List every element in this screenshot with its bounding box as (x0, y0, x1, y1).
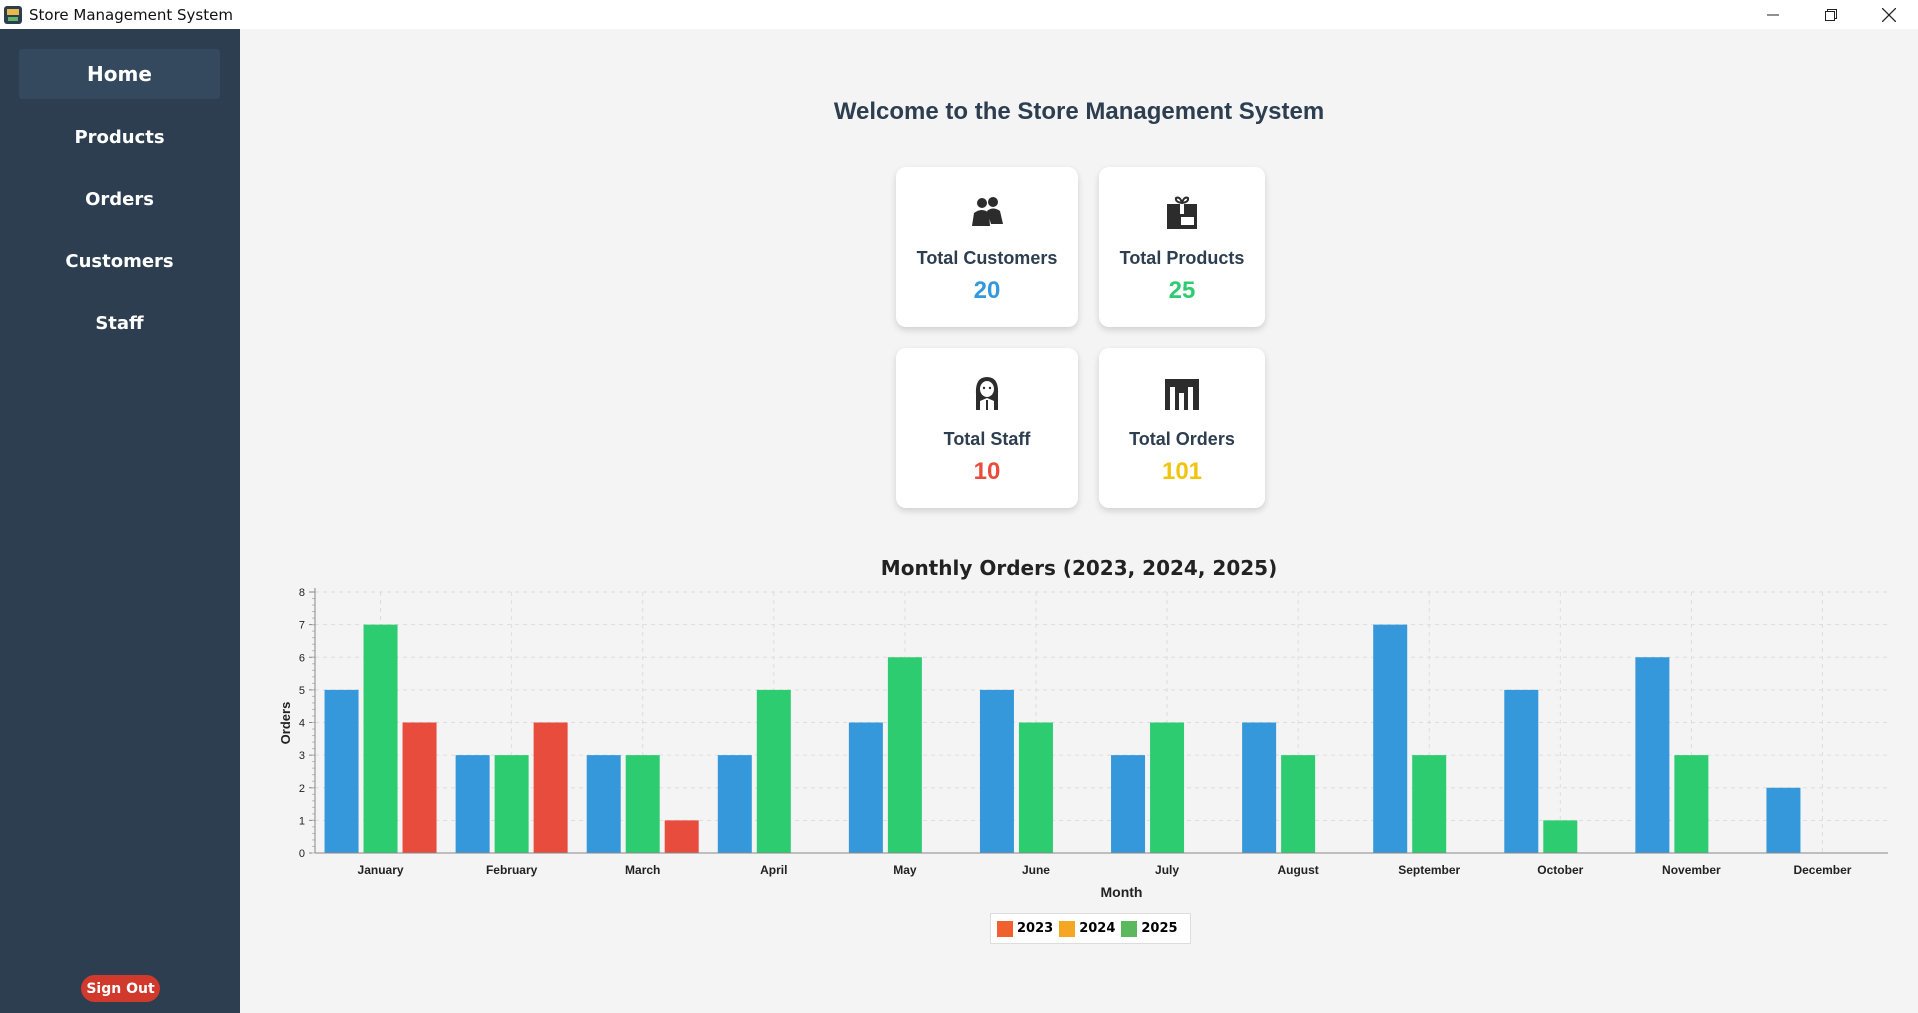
stat-card-customers: Total Customers 20 (896, 167, 1078, 327)
y-tick-label: 4 (299, 718, 305, 730)
bar-2023-may (848, 722, 883, 853)
bar-2024-august (1281, 755, 1316, 853)
stat-label: Total Customers (916, 248, 1058, 268)
bar-2023-december (1766, 787, 1801, 853)
sidebar-item-products[interactable]: Products (19, 112, 220, 162)
bar-2023-november (1635, 657, 1670, 853)
x-tick-label: October (1537, 863, 1583, 877)
bar-2024-june (1018, 722, 1053, 853)
x-tick-label: May (893, 863, 917, 877)
sidebar-item-home[interactable]: Home (19, 49, 220, 99)
bar-2023-july (1111, 755, 1146, 853)
products-icon (1167, 196, 1197, 229)
sidebar-item-staff[interactable]: Staff (19, 298, 220, 348)
bar-2024-may (887, 657, 922, 853)
close-button[interactable] (1860, 0, 1918, 29)
chart-legend: 2023 2024 2025 (990, 913, 1191, 944)
legend-label: 2024 (1079, 921, 1116, 936)
orders-icon (1165, 379, 1199, 410)
x-tick-label: April (760, 863, 787, 877)
legend-label: 2025 (1141, 921, 1178, 936)
bar-2025-february (533, 722, 568, 853)
legend-item: 2025 (1121, 920, 1178, 937)
y-tick-label: 6 (299, 652, 305, 664)
stat-label: Total Orders (1129, 429, 1235, 449)
bar-2024-april (756, 689, 791, 853)
sign-out-button[interactable]: Sign Out (81, 975, 160, 1002)
x-tick-label: December (1793, 863, 1851, 877)
bar-2024-july (1150, 722, 1185, 853)
window-title: Store Management System (29, 5, 233, 24)
chart-title: Monthly Orders (2023, 2024, 2025) (880, 556, 1278, 580)
y-tick-label: 1 (299, 815, 305, 827)
sidebar-item-customers[interactable]: Customers (19, 236, 220, 286)
x-axis-label: Month (1101, 884, 1143, 900)
x-tick-label: March (625, 863, 660, 877)
x-tick-label: November (1662, 863, 1721, 877)
legend-item: 2024 (1059, 920, 1116, 937)
page-title: Welcome to the Store Management System (833, 98, 1325, 125)
restore-button[interactable] (1802, 0, 1860, 29)
customers-icon (972, 197, 1003, 226)
bar-2024-march (625, 755, 660, 853)
minimize-button[interactable] (1744, 0, 1802, 29)
bar-2023-april (717, 755, 752, 853)
bar-2023-february (455, 755, 490, 853)
app-icon (4, 5, 22, 24)
sidebar: Home Products Orders Customers Staff Sig… (0, 29, 240, 1013)
x-tick-label: June (1022, 863, 1050, 877)
x-tick-label: July (1155, 863, 1179, 877)
stat-value: 20 (973, 277, 1001, 304)
y-tick-label: 3 (299, 750, 305, 762)
minimize-icon (1767, 14, 1779, 15)
stat-value: 10 (973, 458, 1001, 485)
bar-2024-november (1674, 755, 1709, 853)
stat-value: 25 (1168, 277, 1196, 304)
stat-card-products: Total Products 25 (1099, 167, 1265, 327)
legend-swatch (997, 920, 1013, 937)
bar-2024-october (1543, 820, 1578, 853)
y-axis-label: Orders (278, 702, 293, 745)
legend-swatch (1059, 920, 1076, 937)
x-tick-label: September (1398, 863, 1460, 877)
y-tick-label: 5 (299, 685, 305, 697)
stat-label: Total Staff (943, 429, 1031, 449)
y-tick-label: 2 (299, 783, 305, 795)
close-icon (1882, 7, 1896, 22)
legend-swatch (1121, 920, 1138, 937)
bar-2023-january (324, 689, 359, 853)
bar-2023-october (1504, 689, 1539, 853)
bar-2025-january (402, 722, 437, 853)
staff-icon (975, 377, 999, 410)
bar-2024-january (363, 624, 398, 853)
legend-item: 2023 (997, 920, 1054, 937)
stat-value: 101 (1161, 458, 1203, 485)
title-bar: Store Management System (0, 0, 1918, 29)
y-tick-label: 8 (299, 587, 305, 599)
stat-card-staff: Total Staff 10 (896, 348, 1078, 508)
y-tick-label: 0 (299, 848, 305, 860)
stat-label: Total Products (1119, 248, 1245, 268)
bar-2024-september (1412, 755, 1447, 853)
sidebar-item-orders[interactable]: Orders (19, 174, 220, 224)
x-tick-label: January (358, 863, 404, 877)
x-tick-label: August (1277, 863, 1318, 877)
bar-2023-june (979, 689, 1014, 853)
stat-card-orders: Total Orders 101 (1099, 348, 1265, 508)
window-controls (1744, 0, 1918, 29)
y-tick-label: 7 (299, 620, 305, 632)
bar-2024-february (494, 755, 529, 853)
bar-2025-march (664, 820, 699, 853)
restore-icon (1825, 8, 1837, 21)
x-tick-label: February (486, 863, 538, 877)
bar-2023-august (1242, 722, 1277, 853)
orders-bar-chart: 0 1 2 3 4 5 6 7 8 January February March April May Jun… (278, 587, 1888, 900)
legend-label: 2023 (1017, 921, 1054, 936)
bar-2023-march (586, 755, 621, 853)
bar-2023-september (1373, 624, 1408, 853)
